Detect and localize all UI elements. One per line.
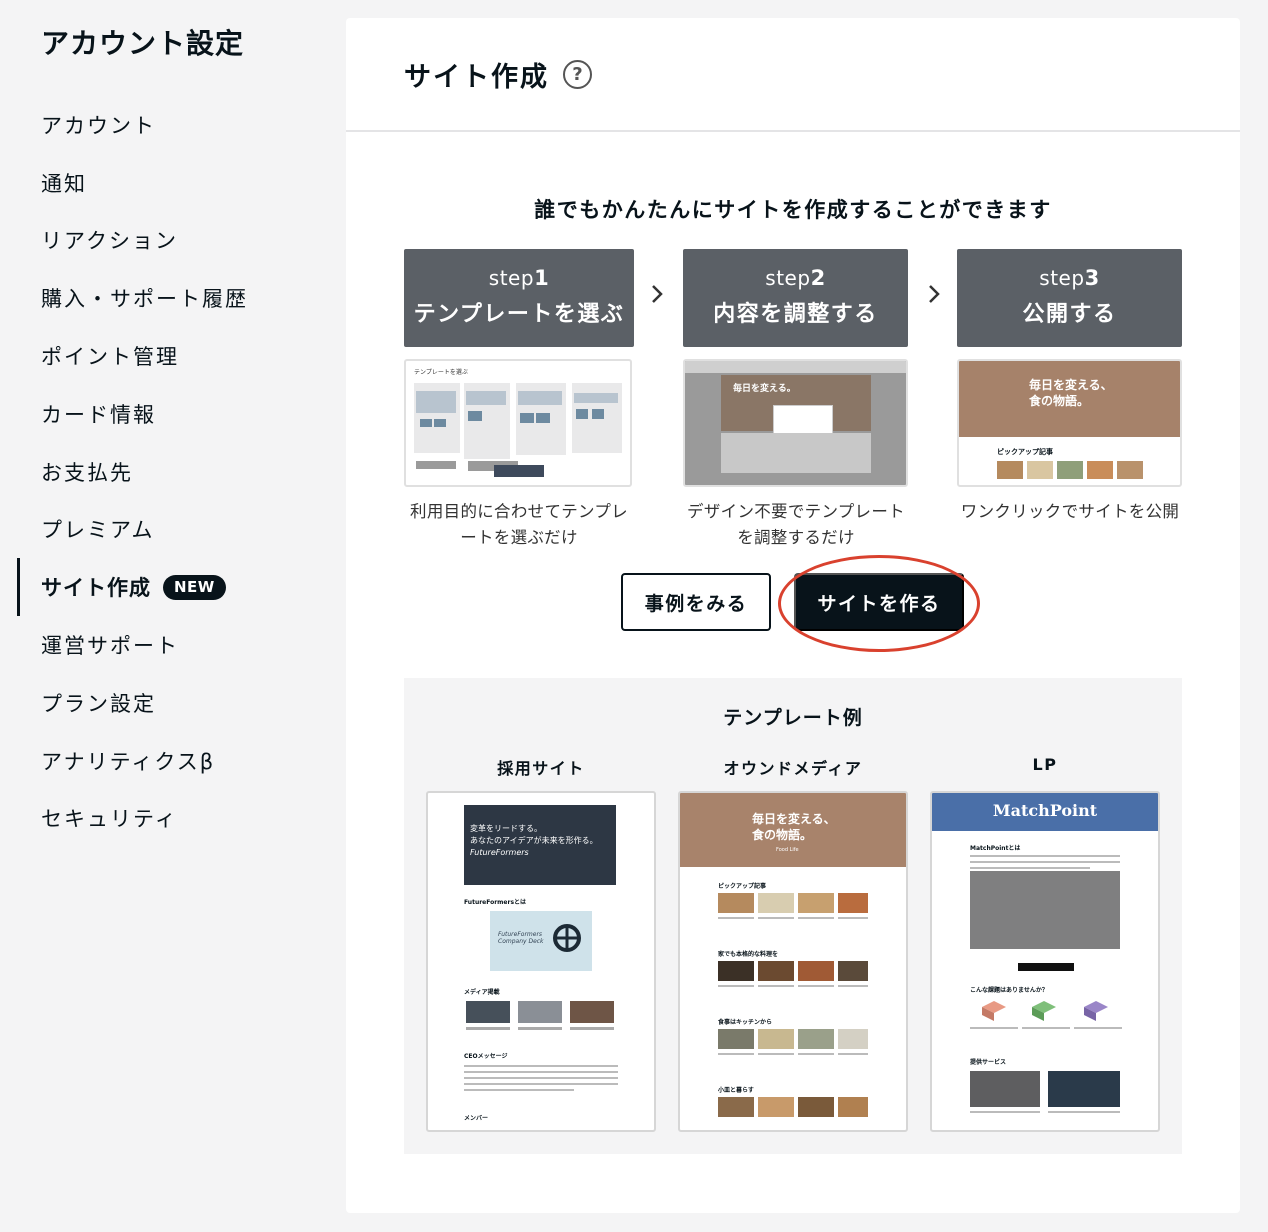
article-thumbnails-illustration: [718, 1097, 868, 1117]
main-header: サイト作成 ?: [346, 18, 1240, 132]
preview-brand-logo: MatchPoint: [992, 801, 1098, 820]
sidebar-item-label: セキュリティ: [41, 807, 178, 832]
preview-section: MatchPointとは: [970, 845, 1021, 852]
template-preview-lp[interactable]: MatchPoint MatchPointとは こんな課題はありませんか？ 提供…: [930, 791, 1160, 1132]
sidebar-item-card-info[interactable]: カード情報: [0, 385, 330, 443]
preview-hero-text: 変革をリードする。 あなたのアイデアが未来を形作る。 FutureFormers: [470, 824, 598, 857]
sidebar: アカウント設定 アカウント 通知 リアクション 購入・サポート履歴 ポイント管理…: [0, 0, 330, 1232]
preview-section: 小皿と暮らす: [718, 1087, 754, 1094]
chevron-right-icon: [929, 285, 940, 303]
main-panel: サイト作成 ? 誰でもかんたんにサイトを作成することができます step1 テン…: [346, 18, 1240, 1213]
preview-brand: Food Life: [776, 847, 799, 853]
sidebar-item-label: 購入・サポート履歴: [41, 287, 248, 312]
preview-section: 食事はキッチンから: [718, 1019, 773, 1026]
sidebar-item-plan-settings[interactable]: プラン設定: [0, 674, 330, 732]
template-example-owned-media: オウンドメディア 毎日を変える、 食の物語。 Food Life ピックアップ記事…: [678, 755, 908, 1132]
media-thumbnails-illustration: [466, 1001, 614, 1030]
step-2-thumbnail: 毎日を変える。: [683, 359, 908, 487]
step-3-thumbnail: 毎日を変える、 食の物語。 ピックアップ記事: [957, 359, 1182, 487]
headline: 誰でもかんたんにサイトを作成することができます: [534, 198, 1052, 222]
article-thumbnails-illustration: [718, 961, 868, 987]
step-number: step3: [1039, 266, 1100, 290]
sidebar-item-purchase-history[interactable]: 購入・サポート履歴: [0, 269, 330, 327]
sidebar-item-support[interactable]: 運営サポート: [0, 616, 330, 674]
sidebar-item-label: お支払先: [41, 460, 133, 485]
sidebar-item-label: ポイント管理: [41, 345, 179, 370]
step-2-box: step2 内容を調整する: [683, 249, 908, 347]
isometric-illustrations: [970, 1001, 1122, 1029]
sidebar-item-label: カード情報: [41, 402, 156, 427]
sidebar-item-premium[interactable]: プレミアム: [0, 501, 330, 559]
sidebar-item-reactions[interactable]: リアクション: [0, 212, 330, 270]
sidebar-item-label: 通知: [41, 171, 87, 196]
step-title: 内容を調整する: [713, 302, 878, 327]
sidebar-item-label: アカウント: [41, 113, 156, 138]
new-badge: NEW: [163, 574, 226, 600]
template-label: LP: [1032, 755, 1058, 774]
page-title: サイト作成: [404, 61, 549, 93]
template-example-recruit: 採用サイト 変革をリードする。 あなたのアイデアが未来を形作る。 FutureFor…: [426, 755, 656, 1132]
thumbnail-cards-illustration: [997, 461, 1143, 479]
step-number: step1: [488, 266, 550, 290]
sidebar-item-label: プレミアム: [41, 518, 155, 543]
sidebar-title: アカウント設定: [41, 27, 245, 60]
chevron-right-icon: [652, 285, 663, 303]
preview-section: ピックアップ記事: [718, 883, 767, 890]
sidebar-item-analytics[interactable]: アナリティクスβ: [0, 732, 330, 790]
service-thumbnails-illustration: [970, 1071, 1120, 1113]
text-lines-illustration: [464, 1065, 618, 1091]
article-thumbnails-illustration: [718, 1029, 868, 1055]
step-1-thumbnail: テンプレートを選ぶ: [404, 359, 632, 487]
view-examples-button[interactable]: 事例をみる: [621, 573, 771, 631]
sidebar-item-payout[interactable]: お支払先: [0, 443, 330, 501]
article-thumbnails-illustration: [718, 893, 868, 919]
question-circle-icon[interactable]: ?: [563, 59, 592, 89]
template-examples-section: テンプレート例 採用サイト 変革をリードする。 あなたのアイデアが未来を形作る。 F…: [404, 678, 1182, 1154]
template-example-lp: LP MatchPoint MatchPointとは こんな課題はありませんか？…: [930, 755, 1160, 1132]
sidebar-item-label: アナリティクスβ: [41, 749, 216, 774]
preview-deck-text: FutureFormers Company Deck: [498, 931, 544, 945]
thumb-hero-text: 毎日を変える。: [733, 384, 796, 394]
logo-mark-icon: [553, 924, 581, 952]
step-3-box: step3 公開する: [957, 249, 1182, 347]
template-label: オウンドメディア: [723, 759, 863, 778]
highlight-annotation: [778, 555, 980, 652]
preview-section: FutureFormersとは: [464, 899, 527, 906]
examples-title: テンプレート例: [723, 707, 863, 729]
step-number: step2: [765, 266, 826, 290]
sidebar-nav: アカウント 通知 リアクション 購入・サポート履歴 ポイント管理 カード情報 お…: [0, 96, 330, 847]
template-preview-owned-media[interactable]: 毎日を変える、 食の物語。 Food Life ピックアップ記事 家でも本格的な料…: [678, 791, 908, 1132]
sidebar-item-account[interactable]: アカウント: [0, 96, 330, 154]
sidebar-item-points[interactable]: ポイント管理: [0, 327, 330, 385]
preview-section: CEOメッセージ: [464, 1053, 508, 1060]
preview-section: 家でも本格的な料理を: [718, 951, 779, 958]
template-label: 採用サイト: [497, 759, 585, 778]
sidebar-item-label: サイト作成: [41, 576, 151, 601]
template-grid-illustration: [414, 383, 622, 477]
template-preview-recruit[interactable]: 変革をリードする。 あなたのアイデアが未来を形作る。 FutureFormers F…: [426, 791, 656, 1132]
step-1-description: 利用目的に合わせてテンプレ ートを選ぶだけ: [410, 502, 628, 547]
thumb-section-title: ピックアップ記事: [997, 448, 1053, 456]
step-2-description: デザイン不要でテンプレート を調整するだけ: [687, 502, 905, 547]
preview-section: メンバー: [464, 1115, 489, 1122]
step-title: テンプレートを選ぶ: [413, 302, 625, 327]
sidebar-item-label: リアクション: [41, 229, 178, 254]
sidebar-item-site-creation[interactable]: サイト作成 NEW: [0, 558, 330, 616]
sidebar-item-security[interactable]: セキュリティ: [0, 790, 330, 848]
step-3-description: ワンクリックでサイトを公開: [960, 502, 1180, 521]
thumb-hero-text: 毎日を変える、 食の物語。: [1029, 378, 1113, 408]
preview-section: 提供サービス: [970, 1059, 1007, 1066]
sidebar-item-label: 運営サポート: [41, 634, 179, 659]
step-title: 公開する: [1022, 302, 1117, 327]
sidebar-item-label: プラン設定: [41, 691, 156, 716]
preview-section: メディア掲載: [464, 989, 500, 996]
sidebar-item-notifications[interactable]: 通知: [0, 154, 330, 212]
preview-hero-text: 毎日を変える、 食の物語。: [752, 812, 836, 842]
step-1-box: step1 テンプレートを選ぶ: [404, 249, 634, 347]
